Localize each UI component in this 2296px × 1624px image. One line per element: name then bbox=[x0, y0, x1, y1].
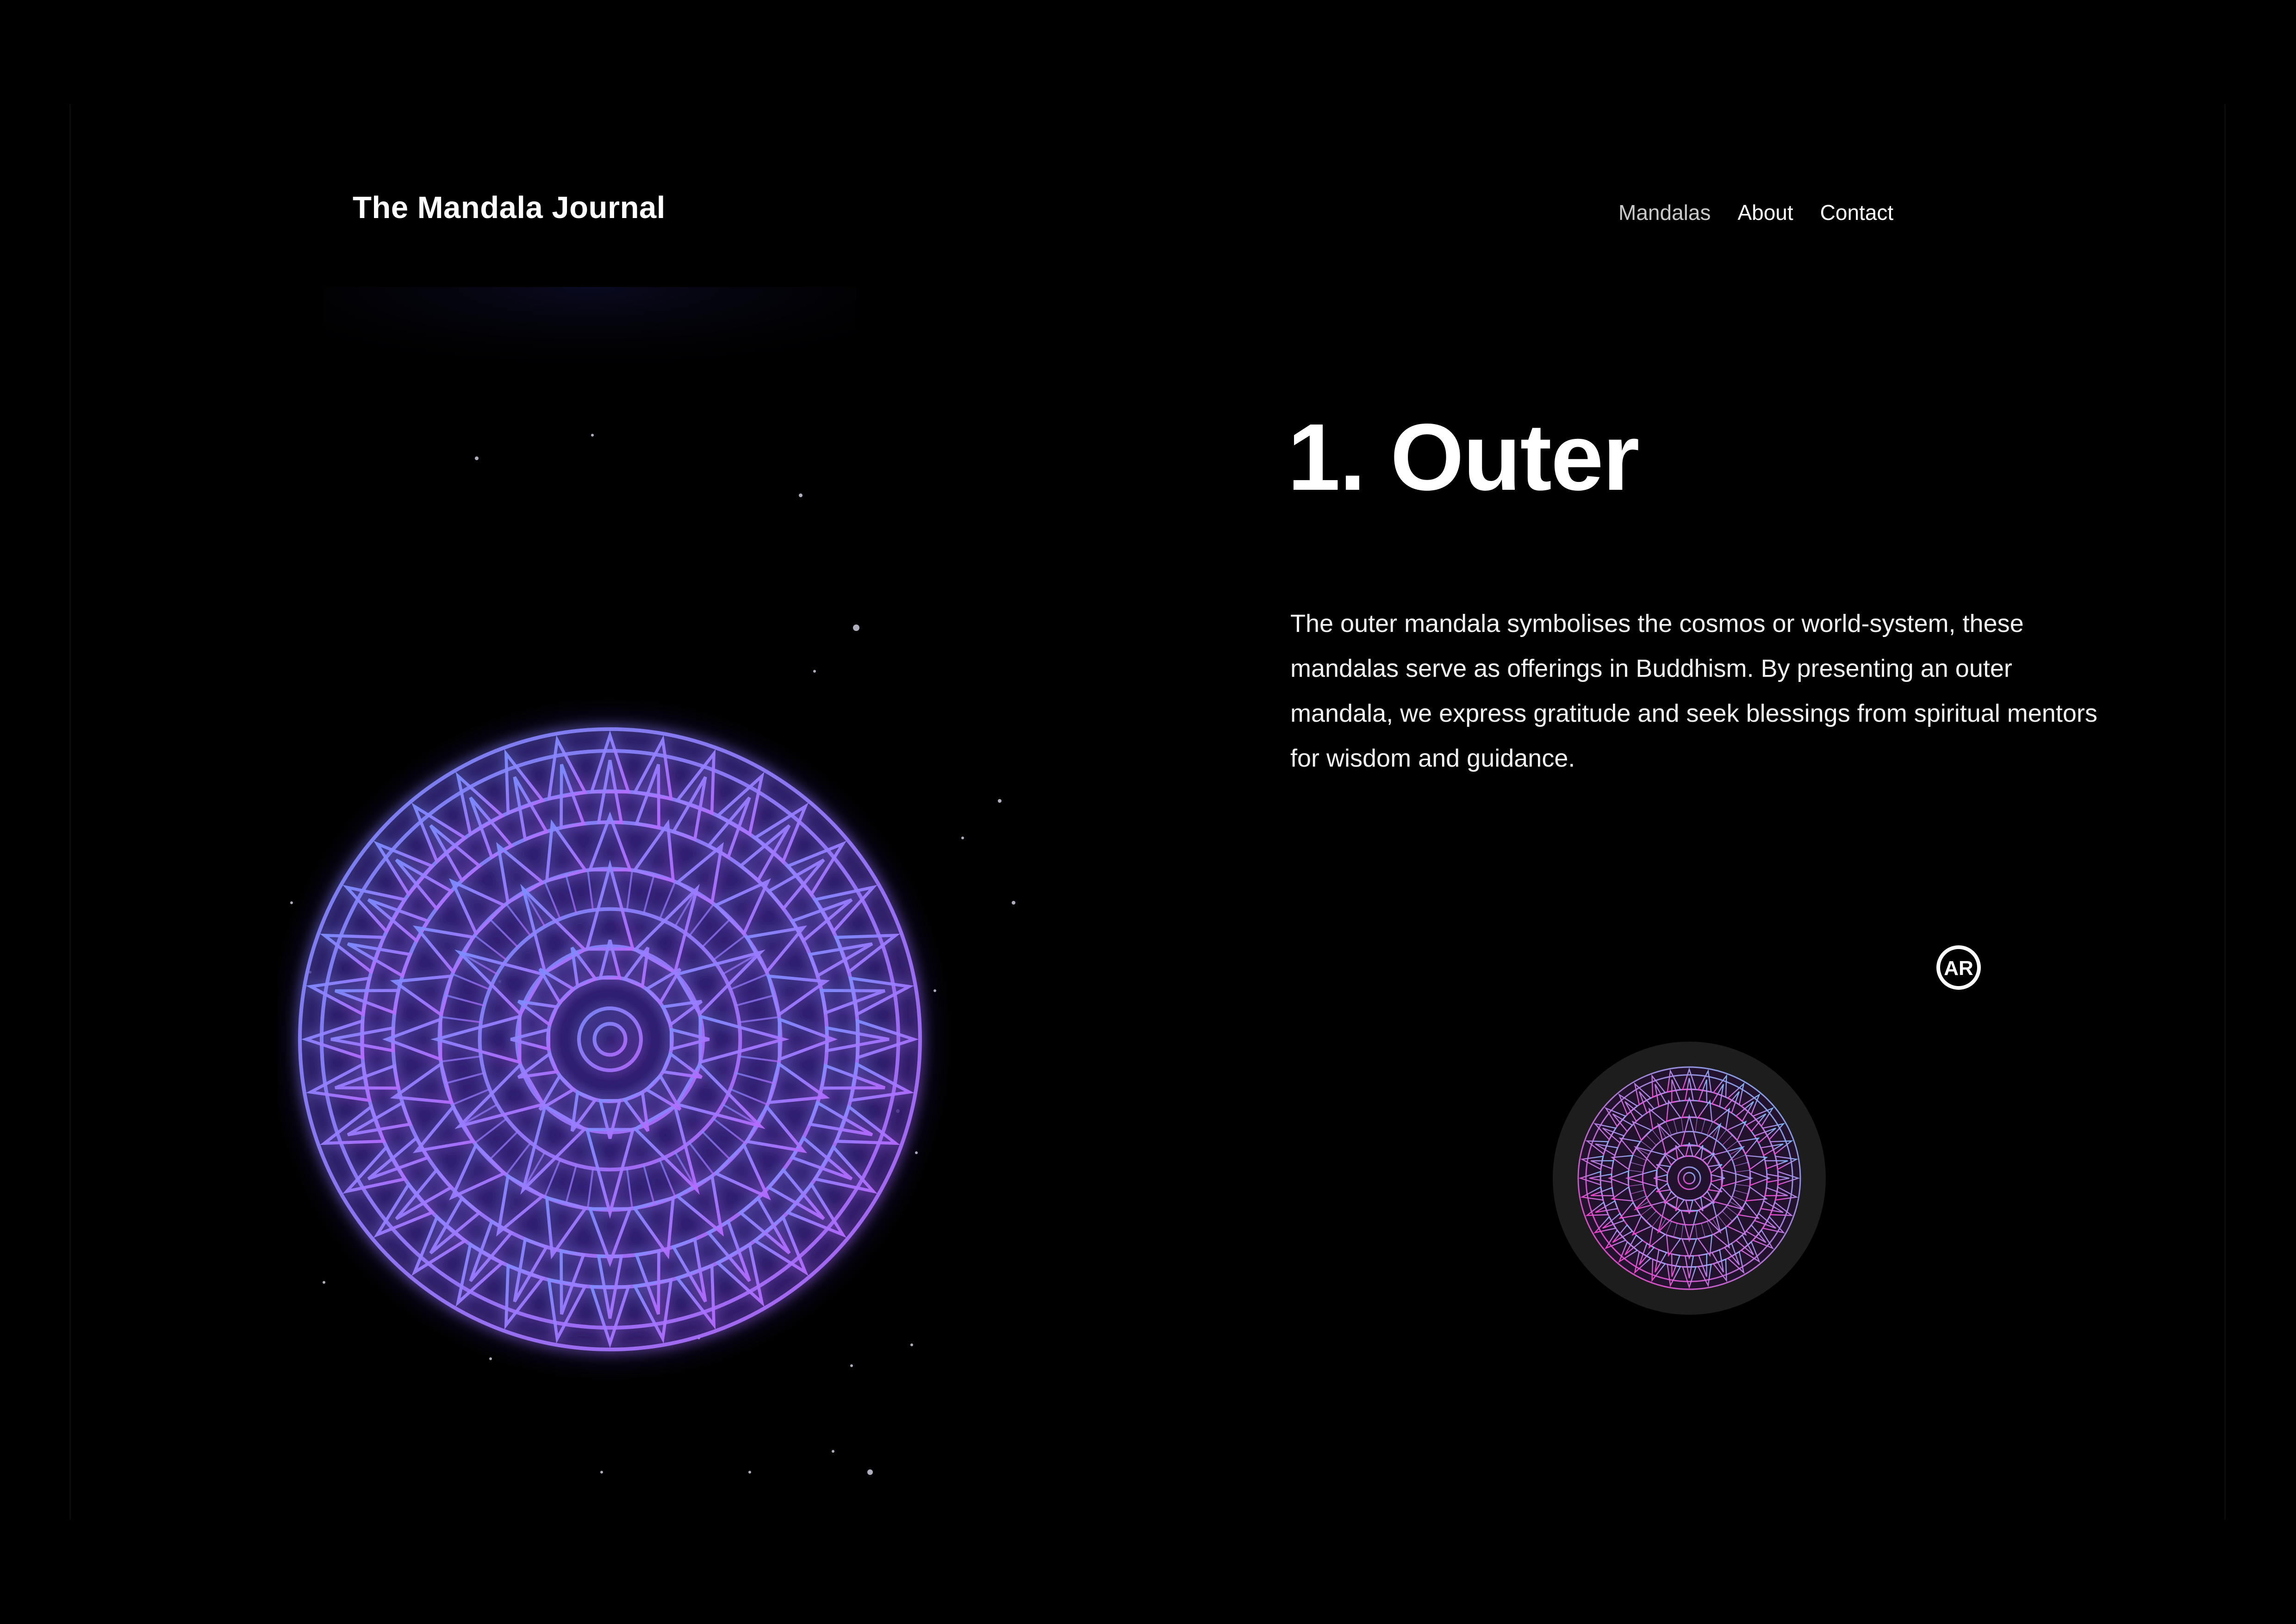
nav-item-about[interactable]: About bbox=[1737, 200, 1793, 225]
nav-item-contact[interactable]: Contact bbox=[1820, 200, 1894, 225]
nav-item-mandalas[interactable]: Mandalas bbox=[1618, 200, 1711, 225]
page: The Mandala Journal Mandalas About Conta… bbox=[0, 0, 2296, 1624]
star bbox=[832, 1450, 834, 1453]
mandala-stage bbox=[278, 287, 1055, 1528]
section-heading: 1. Outer bbox=[1288, 404, 1640, 510]
star bbox=[961, 837, 964, 839]
thumbnail-mandala bbox=[1577, 1066, 1801, 1290]
star bbox=[290, 901, 293, 904]
star bbox=[323, 1281, 325, 1284]
star bbox=[600, 1471, 603, 1474]
ar-badge-label: AR bbox=[1944, 957, 1973, 980]
main-mandala bbox=[298, 727, 922, 1352]
main-nav: Mandalas About Contact bbox=[1618, 200, 1893, 225]
star bbox=[813, 670, 816, 673]
mandala-thumbnail[interactable] bbox=[1553, 1042, 1826, 1315]
section-description: The outer mandala symbolises the cosmos … bbox=[1290, 610, 2097, 772]
star bbox=[853, 625, 859, 631]
star bbox=[748, 1471, 751, 1474]
mandala-illustration bbox=[278, 287, 1015, 1475]
star bbox=[799, 493, 803, 497]
star bbox=[867, 1469, 873, 1475]
star bbox=[1012, 901, 1015, 905]
star bbox=[910, 1343, 913, 1346]
ar-icon[interactable]: AR bbox=[1935, 944, 1982, 991]
frame-left-line bbox=[69, 104, 71, 1520]
star bbox=[475, 456, 479, 460]
frame-right-line bbox=[2224, 104, 2226, 1520]
star bbox=[850, 1364, 853, 1367]
top-haze bbox=[324, 287, 856, 407]
star bbox=[591, 434, 594, 437]
site-title[interactable]: The Mandala Journal bbox=[353, 190, 666, 225]
star bbox=[998, 799, 1002, 803]
